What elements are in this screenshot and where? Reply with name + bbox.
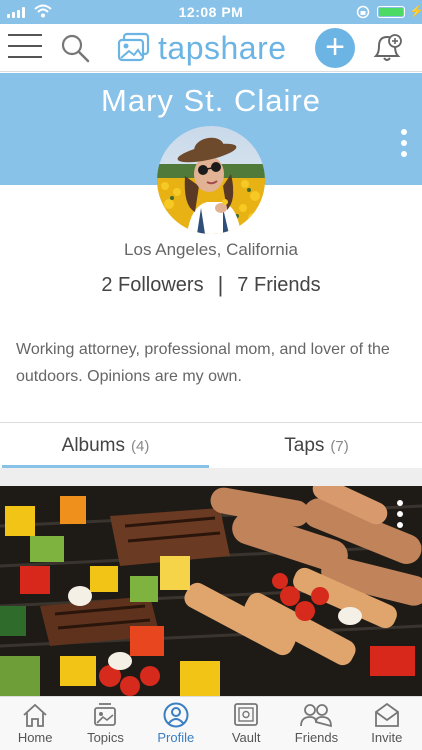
bottom-tab-topics-label: Topics xyxy=(87,730,124,745)
tabs-divider xyxy=(0,468,422,486)
album-more-icon[interactable] xyxy=(395,500,405,528)
tab-taps-label: Taps xyxy=(284,435,325,456)
search-icon[interactable] xyxy=(60,33,90,63)
bottom-tab-profile-label: Profile xyxy=(157,730,195,745)
bottom-tab-topics[interactable]: Topics xyxy=(70,697,140,750)
profile-name: Mary St. Claire xyxy=(101,83,321,118)
profile-bio: Working attorney, professional mom, and … xyxy=(16,341,390,385)
top-nav-bar: tapshare + xyxy=(0,24,422,72)
profile-tabs: Albums (4) Taps (7) xyxy=(0,422,422,468)
profile-location: Los Angeles, California xyxy=(124,240,298,259)
bottom-tab-vault[interactable]: Vault xyxy=(211,697,281,750)
battery-icon xyxy=(377,6,405,18)
bottom-tab-bar: Home Topics Profile Vault Friends Invite xyxy=(0,696,422,750)
topics-icon xyxy=(94,703,117,726)
logo-text: tapshare xyxy=(158,30,287,66)
profile-more-icon[interactable] xyxy=(399,129,409,157)
status-bar: 12:08 PM ⚡ xyxy=(0,0,422,24)
bottom-tab-home[interactable]: Home xyxy=(0,697,70,750)
friends-count[interactable]: 7 Friends xyxy=(237,274,320,297)
album-cover-image[interactable] xyxy=(0,486,422,696)
tab-albums-label: Albums xyxy=(61,435,125,456)
vault-icon xyxy=(234,703,259,726)
bottom-tab-friends[interactable]: Friends xyxy=(281,697,351,750)
add-button[interactable]: + xyxy=(315,28,355,68)
tab-taps[interactable]: Taps (7) xyxy=(211,423,422,468)
rotation-lock-icon xyxy=(356,5,370,19)
profile-stats: 2 Followers | 7 Friends xyxy=(0,272,422,298)
friends-icon xyxy=(300,704,333,728)
followers-count[interactable]: 2 Followers xyxy=(101,274,203,297)
logo-icon xyxy=(117,32,150,61)
profile-icon xyxy=(163,702,189,728)
bottom-tab-friends-label: Friends xyxy=(294,730,339,745)
avatar[interactable] xyxy=(157,126,265,234)
invite-icon xyxy=(374,702,399,727)
bottom-tab-invite-label: Invite xyxy=(371,730,403,745)
stats-separator: | xyxy=(217,272,224,297)
bottom-tab-home-label: Home xyxy=(17,730,53,745)
charging-icon: ⚡ xyxy=(409,4,422,18)
home-icon xyxy=(23,703,47,727)
tab-taps-count: (7) xyxy=(330,438,349,455)
tab-albums-count: (4) xyxy=(131,438,150,455)
hamburger-icon[interactable] xyxy=(8,34,42,60)
bottom-tab-invite[interactable]: Invite xyxy=(352,697,422,750)
bell-icon[interactable] xyxy=(371,32,405,64)
bottom-tab-profile[interactable]: Profile xyxy=(141,697,211,750)
tapshare-logo: tapshare xyxy=(116,30,287,67)
bottom-tab-vault-label: Vault xyxy=(231,730,261,745)
tab-albums[interactable]: Albums (4) xyxy=(0,423,211,468)
